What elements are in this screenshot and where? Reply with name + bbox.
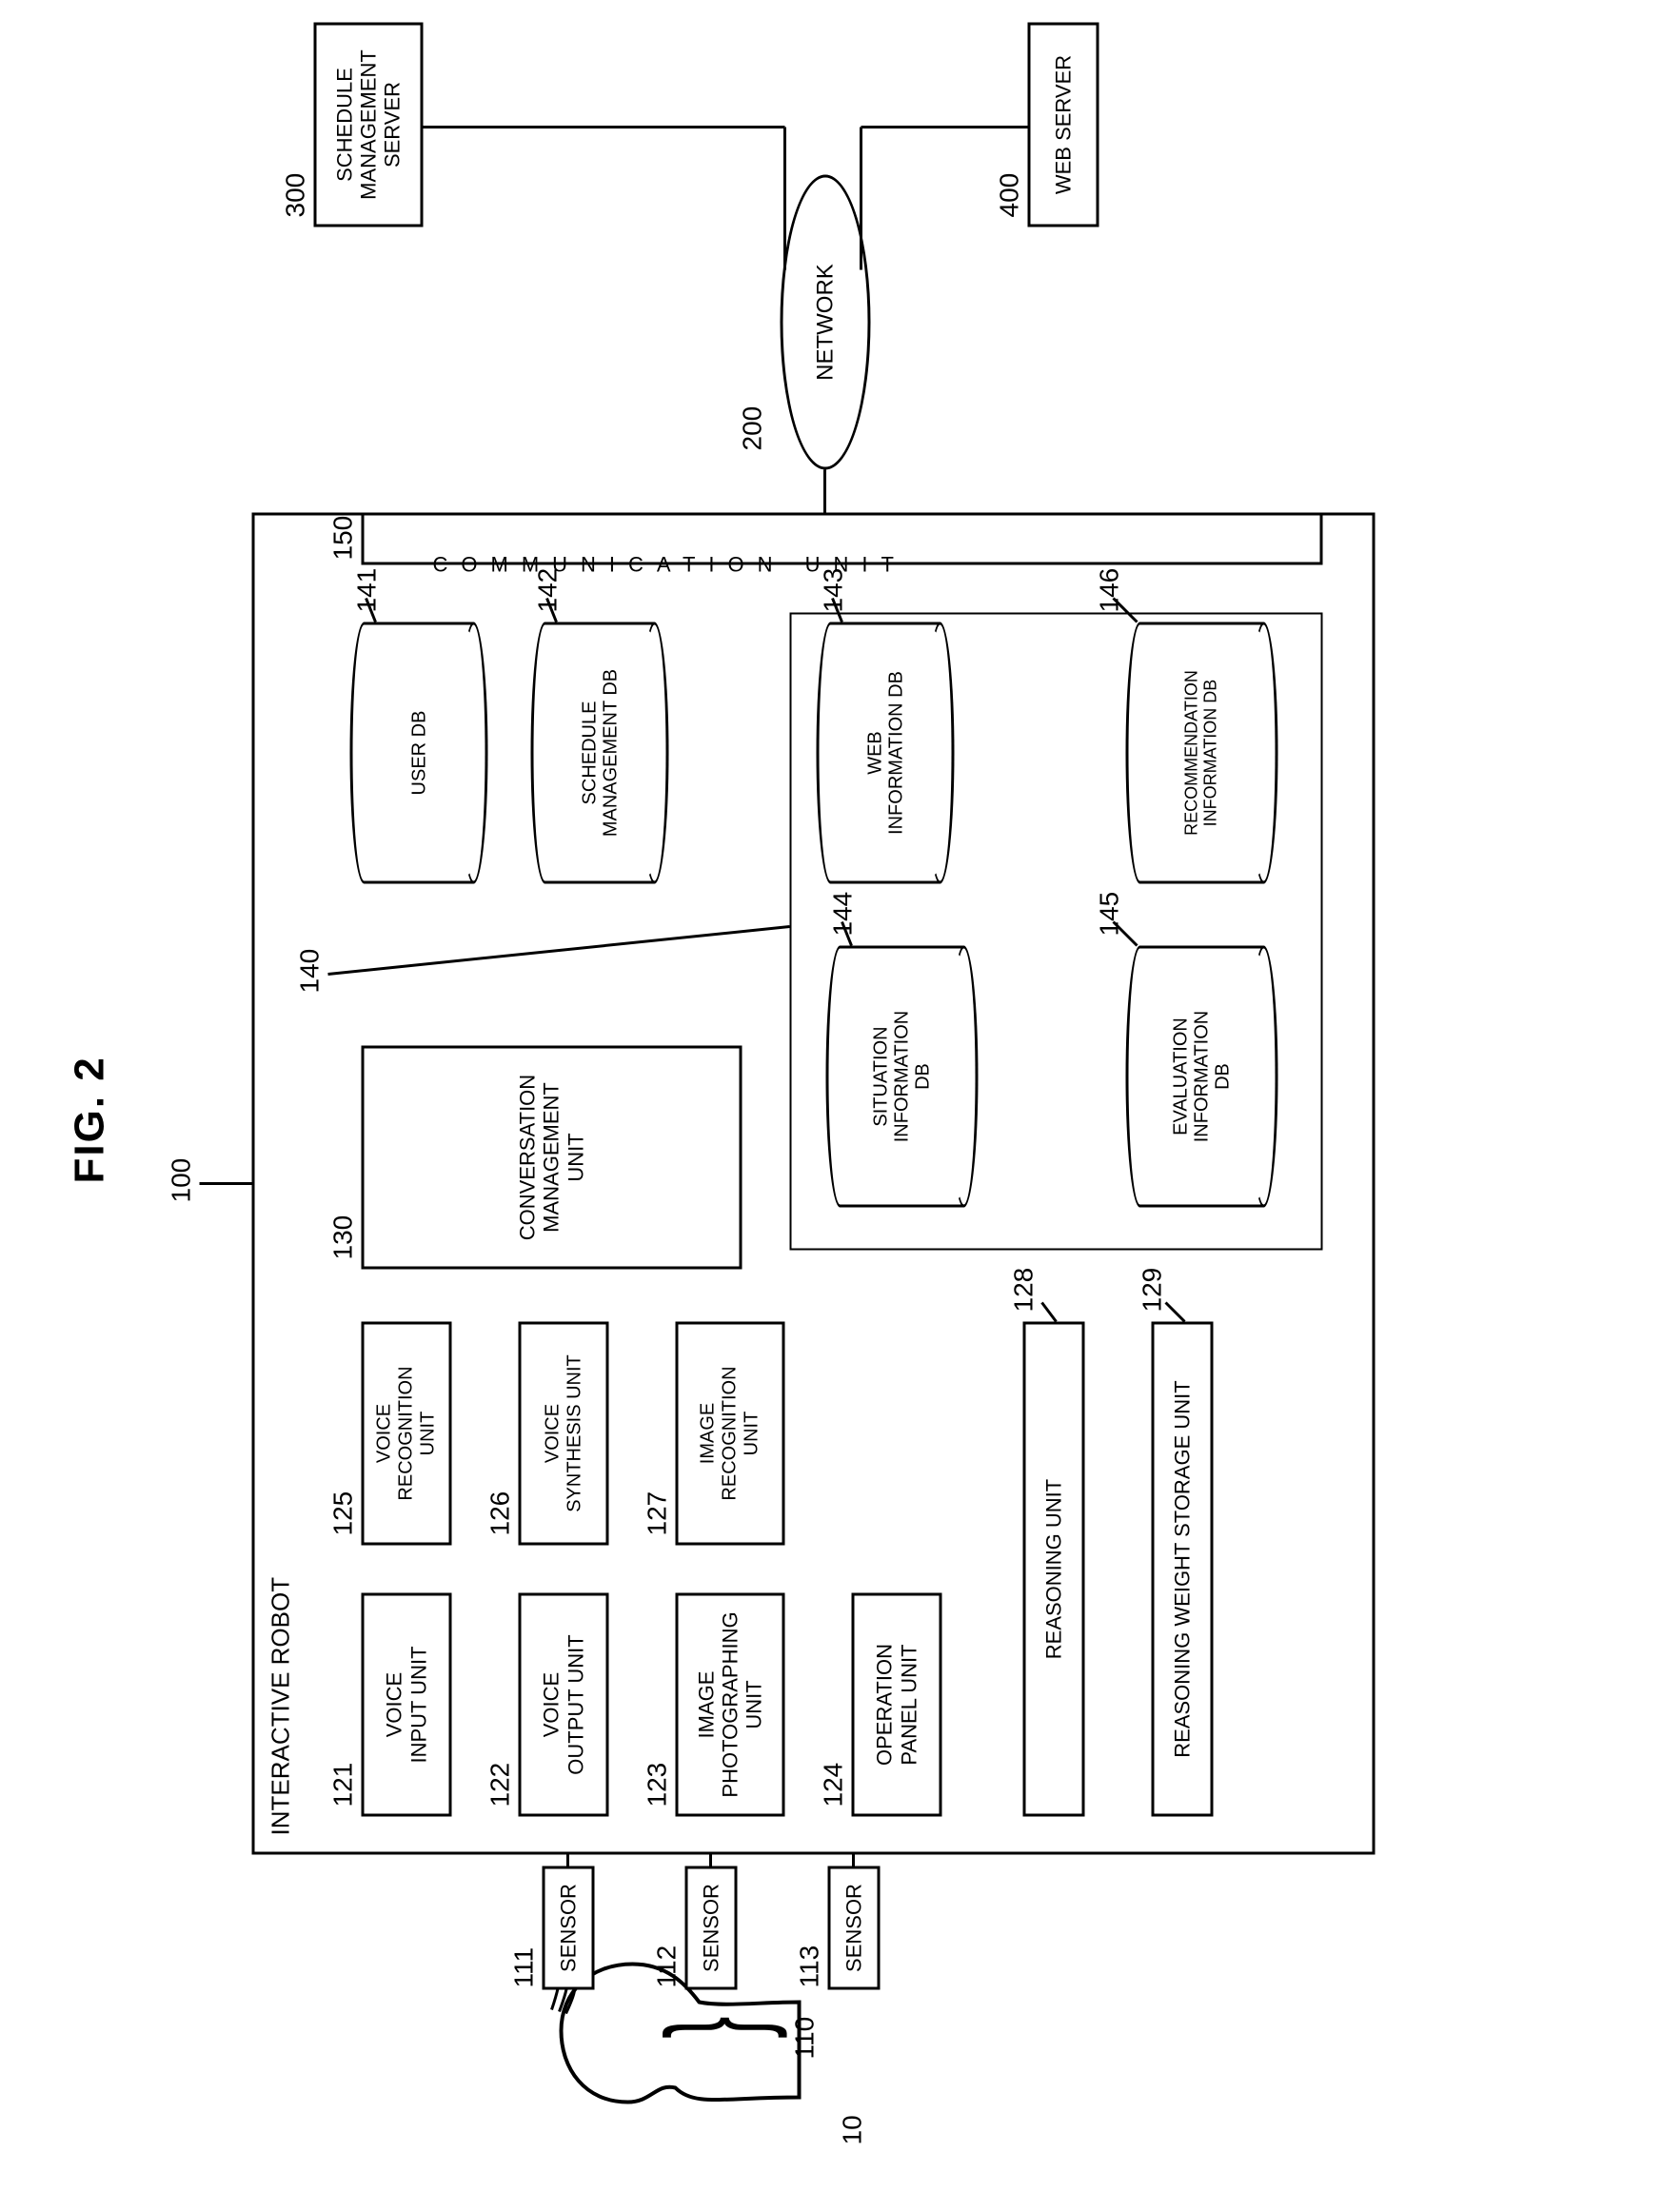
ref-112: 112 [652, 1945, 683, 1988]
ref-129: 129 [1138, 1268, 1168, 1313]
recommendation-information-db: RECOMMENDATION INFORMATION DB [1138, 622, 1276, 884]
ref-146: 146 [1095, 568, 1125, 613]
ref-400: 400 [995, 173, 1025, 218]
ref-141: 141 [352, 568, 383, 613]
sensor-111: SENSOR [543, 1866, 595, 1990]
ref-130: 130 [328, 1215, 359, 1260]
image-recognition-unit: IMAGE RECOGNITION UNIT [676, 1322, 785, 1546]
reasoning-weight-storage-unit: REASONING WEIGHT STORAGE UNIT [1152, 1322, 1214, 1817]
evaluation-information-db: EVALUATION INFORMATION DB [1138, 946, 1276, 1208]
ref-10: 10 [838, 2115, 868, 2144]
ref-127: 127 [643, 1491, 673, 1536]
ref-100: 100 [167, 1158, 197, 1203]
ref-128: 128 [1009, 1268, 1039, 1313]
ref-123: 123 [643, 1763, 673, 1807]
ref-145: 145 [1095, 892, 1125, 937]
communication-unit-label: COMMUNICATION UNIT [433, 553, 907, 578]
schedule-management-server: SCHEDULE MANAGEMENT SERVER [314, 23, 424, 227]
ref-140: 140 [295, 949, 326, 994]
ref-125: 125 [328, 1491, 359, 1536]
conversation-management-unit: CONVERSATION MANAGEMENT UNIT [362, 1046, 742, 1270]
ref-200: 200 [738, 406, 768, 451]
ref-144: 144 [828, 892, 859, 937]
voice-output-unit: VOICE OUTPUT UNIT [519, 1593, 609, 1817]
image-photographing-unit: IMAGE PHOTOGRAPHING UNIT [676, 1593, 785, 1817]
ref-111: 111 [509, 1947, 540, 1988]
interactive-robot-label: INTERACTIVE ROBOT [267, 1577, 296, 1836]
voice-synthesis-unit: VOICE SYNTHESIS UNIT [519, 1322, 609, 1546]
situation-information-db: SITUATION INFORMATION DB [838, 946, 976, 1208]
ref-124: 124 [819, 1763, 849, 1807]
ref-150: 150 [328, 516, 359, 561]
voice-input-unit: VOICE INPUT UNIT [362, 1593, 452, 1817]
web-information-db: WEB INFORMATION DB [828, 622, 952, 884]
ref-113: 113 [795, 1945, 825, 1988]
sensor-112: SENSOR [685, 1866, 738, 1990]
ref-126: 126 [485, 1491, 516, 1536]
reasoning-unit: REASONING UNIT [1023, 1322, 1085, 1817]
sensor-113: SENSOR [828, 1866, 881, 1990]
ref-300: 300 [281, 173, 311, 218]
user-db: USER DB [362, 622, 485, 884]
ref-110: 110 [790, 2017, 821, 2060]
figure-label: FIG. 2 [67, 1056, 114, 1183]
ref-121: 121 [328, 1763, 359, 1807]
network-node: NETWORK [781, 175, 871, 470]
schedule-management-db: SCHEDULE MANAGEMENT DB [543, 622, 666, 884]
voice-recognition-unit: VOICE RECOGNITION UNIT [362, 1322, 452, 1546]
ref-122: 122 [485, 1763, 516, 1807]
web-server: WEB SERVER [1028, 23, 1099, 227]
operation-panel-unit: OPERATION PANEL UNIT [852, 1593, 942, 1817]
sensor-group-brace: } [647, 2016, 781, 2038]
